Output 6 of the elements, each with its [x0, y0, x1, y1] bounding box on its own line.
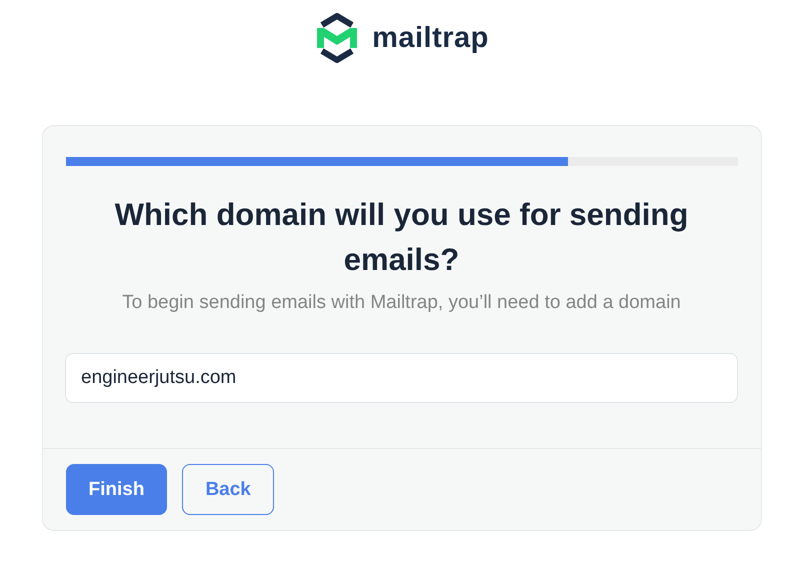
logo-text: mailtrap	[372, 22, 489, 54]
domain-input-field[interactable]: engineerjutsu.com	[65, 353, 738, 403]
finish-button[interactable]: Finish	[66, 464, 168, 515]
back-button[interactable]: Back	[182, 464, 274, 515]
subtitle: To begin sending emails with Mailtrap, you’ll need to add a domain	[122, 292, 681, 314]
heading: Which domain will you use for sending emails?	[114, 196, 690, 279]
